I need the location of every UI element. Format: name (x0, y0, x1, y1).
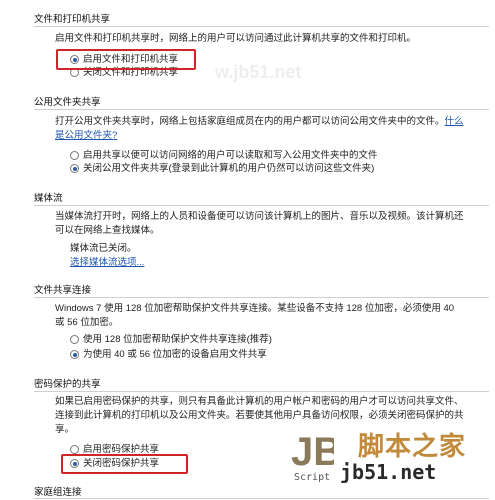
radio-button[interactable] (70, 335, 79, 344)
section-title: 文件和打印机共享 (34, 14, 111, 25)
section-title: 媒体流 (34, 193, 63, 204)
description-line: 或 56 位加密。 (55, 317, 119, 328)
section-title: 家庭组连接 (34, 487, 82, 498)
description-line: 如果已启用密码保护的共享，则只有具备此计算机的用户帐户和密码的用户才可以访问共享… (55, 396, 464, 407)
logo-letters: JB (291, 430, 334, 474)
watermark-site-name: 脚本之家 (358, 431, 467, 461)
media-stream-status: 媒体流已关闭。 (70, 243, 137, 254)
section-title: 文件共享连接 (34, 285, 92, 296)
section-divider (34, 391, 489, 392)
faint-watermark: w.jb51.net (215, 62, 302, 82)
radio-label: 为使用 40 或 56 位加密的设备启用文件共享 (83, 349, 267, 360)
radio-button[interactable] (70, 151, 79, 160)
what-is-public-folder-link[interactable]: 什么 (445, 116, 464, 127)
section-divider (34, 205, 489, 206)
highlight-box (56, 49, 196, 70)
radio-button[interactable] (70, 350, 79, 359)
watermark-script-text: Script (294, 472, 331, 483)
description-text: 打开公用文件夹共享时，网络上包括家庭组成员在内的用户都可以访问公用文件夹中的文件… (55, 116, 445, 127)
section-divider (34, 297, 489, 298)
section-divider (34, 109, 489, 110)
section-description: 当媒体流打开时，网络上的人员和设备便可以访问该计算机上的图片、音乐以及视频。该计… (55, 210, 475, 238)
section-divider (34, 498, 489, 499)
section-title: 密码保护的共享 (34, 379, 101, 390)
section-divider (34, 26, 489, 27)
radio-button[interactable] (70, 164, 79, 173)
radio-label: 使用 128 位加密帮助保护文件共享连接(推荐) (83, 334, 272, 345)
description-line: 连接到此计算机的打印机以及公用文件夹。若要使其他用户具备访问权限，必须关闭密码保… (55, 410, 464, 421)
section-description: 打开公用文件夹共享时，网络上包括家庭组成员在内的用户都可以访问公用文件夹中的文件… (55, 115, 475, 143)
what-is-public-folder-link-cont[interactable]: 是公用文件夹? (55, 130, 117, 141)
section-title: 公用文件夹共享 (34, 97, 101, 108)
section-description: 启用文件和打印机共享时，网络上的用户可以访问通过此计算机共享的文件和打印机。 (55, 33, 417, 44)
watermark-site-url: jb51.net (340, 460, 437, 484)
radio-label: 关闭公用文件夹共享(登录到此计算机的用户仍然可以访问这些文件夹) (83, 163, 375, 174)
advanced-sharing-settings: 文件和打印机共享 启用文件和打印机共享时，网络上的用户可以访问通过此计算机共享的… (0, 0, 495, 500)
radio-label: 启用共享以便可以访问网络的用户可以读取和写入公用文件夹中的文件 (83, 150, 378, 161)
choose-media-streaming-options-link[interactable]: 选择媒体流选项... (70, 257, 144, 268)
highlight-box (61, 454, 188, 474)
section-description: Windows 7 使用 128 位加密帮助保护文件共享连接。某些设备不支持 1… (55, 302, 475, 330)
description-line: 可以在网络上查找媒体。 (55, 225, 160, 236)
radio-button[interactable] (70, 445, 79, 454)
description-line: 当媒体流打开时，网络上的人员和设备便可以访问该计算机上的图片、音乐以及视频。该计… (55, 211, 464, 222)
media-stream-options-container: 选择媒体流选项... (70, 256, 460, 270)
description-line: Windows 7 使用 128 位加密帮助保护文件共享连接。某些设备不支持 1… (55, 303, 455, 314)
